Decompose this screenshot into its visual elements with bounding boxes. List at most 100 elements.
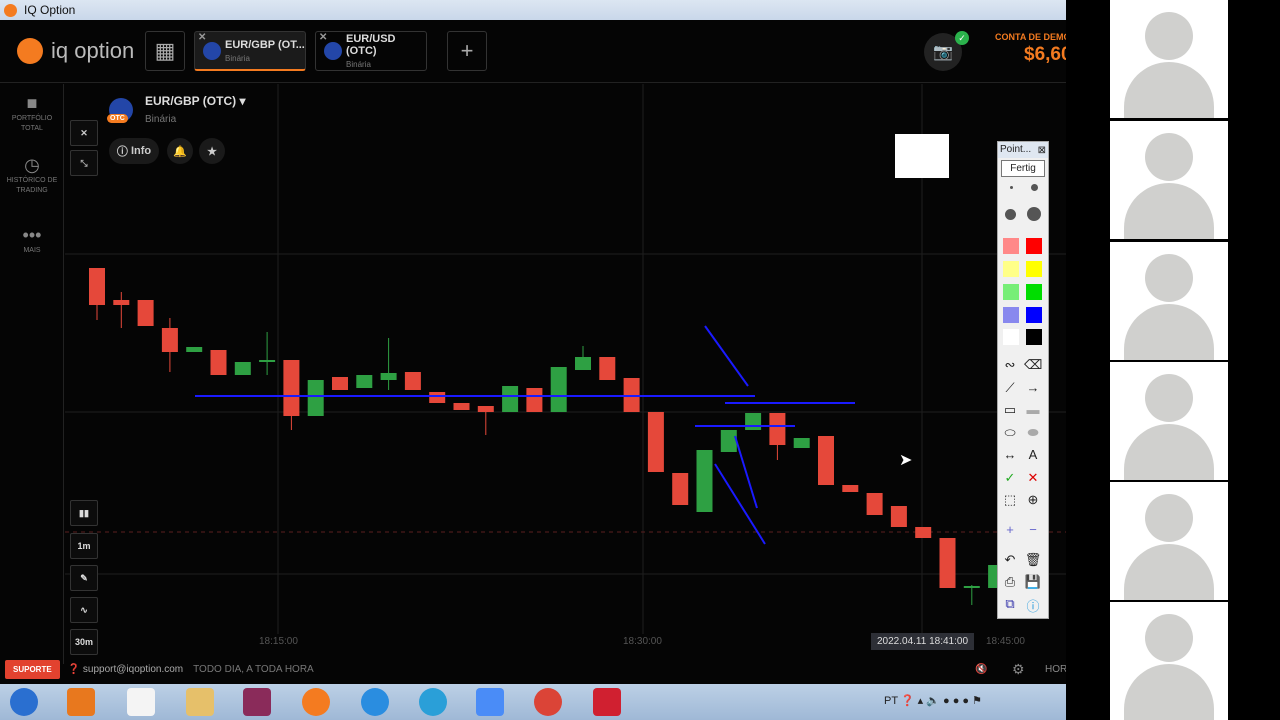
file-icon[interactable]	[127, 688, 155, 716]
start-button[interactable]	[10, 688, 38, 716]
print-icon[interactable]: ⎙	[1001, 574, 1019, 590]
color-light-yellow[interactable]	[1003, 261, 1019, 277]
candle-up	[793, 438, 810, 448]
crop-icon[interactable]: ⬚	[1001, 492, 1019, 508]
line-icon[interactable]: ⟋	[1001, 380, 1019, 396]
ie-icon[interactable]	[361, 688, 389, 716]
chart-area[interactable]: ✕ ⤡ EUR/GBP (OTC) ▾ Binária OTC ⓘ Info 🔔 …	[65, 84, 1066, 664]
support-email[interactable]: support@iqoption.com	[83, 664, 183, 675]
pen-size-1[interactable]	[1010, 186, 1013, 189]
telegram-icon[interactable]	[419, 688, 447, 716]
interval-button[interactable]: 1m	[70, 533, 98, 559]
sidebar-item-more[interactable]: ••• MAIS	[0, 224, 64, 256]
candle-down	[890, 506, 907, 527]
close-chart-button[interactable]: ✕	[70, 120, 98, 146]
filled-ellipse-icon[interactable]: ⬬	[1024, 425, 1042, 441]
asset-name: EUR/GBP (OTC)	[145, 94, 237, 108]
close-tab-icon[interactable]: ✕	[319, 32, 327, 43]
footer-right-label[interactable]: HOR	[1045, 664, 1067, 675]
sidebar-label: HISTÓRICO DE TRADING	[6, 177, 58, 194]
zoom-icon[interactable]	[476, 688, 504, 716]
color-light-green[interactable]	[1003, 284, 1019, 300]
close-tab-icon[interactable]: ✕	[198, 32, 206, 43]
color-yellow[interactable]	[1026, 261, 1042, 277]
color-blue[interactable]	[1026, 307, 1042, 323]
bell-icon[interactable]: 🔔	[167, 138, 193, 164]
color-light-blue[interactable]	[1003, 307, 1019, 323]
tab-eur-usd[interactable]: ✕ EUR/USD (OTC) Binária	[315, 31, 427, 71]
freehand-icon[interactable]: ∾	[1001, 357, 1019, 373]
cross-icon[interactable]: ✕	[1024, 470, 1042, 486]
check-icon[interactable]: ✓	[1001, 470, 1019, 486]
sidebar-item-portfolio[interactable]: ■ PORTFÓLIO TOTAL	[0, 92, 64, 134]
copy-icon[interactable]: ⧉	[1001, 596, 1019, 612]
language-indicator[interactable]: PT	[884, 695, 898, 707]
pen-size-4[interactable]	[1027, 207, 1041, 221]
minus-icon[interactable]: −	[1024, 522, 1042, 537]
trash-icon[interactable]: 🗑	[1024, 552, 1042, 568]
time-range-button[interactable]: 30m	[70, 629, 98, 655]
eraser-icon[interactable]: ⌫	[1024, 357, 1042, 373]
time-label: 18:45:00	[986, 636, 1025, 647]
recorder-icon[interactable]	[593, 688, 621, 716]
plus-icon[interactable]: +	[1001, 522, 1019, 537]
minimize-icon[interactable]: ⤡	[70, 150, 98, 176]
mute-icon[interactable]: 🔇	[975, 664, 987, 675]
rectangle-icon[interactable]: ▭	[1001, 402, 1019, 418]
briefcase-icon: ■	[26, 93, 38, 113]
app-icon	[4, 3, 17, 17]
color-white[interactable]	[1003, 329, 1019, 345]
balance[interactable]: $6,60	[1024, 44, 1072, 66]
info-icon[interactable]: ⓘ	[1024, 596, 1042, 615]
indicators-button[interactable]: ∿	[70, 597, 98, 623]
settings-icon[interactable]: ⚙	[1012, 661, 1025, 678]
info-button[interactable]: ⓘ Info	[109, 138, 159, 164]
avatar	[1145, 494, 1193, 542]
chart-type-button[interactable]: ▮▮	[70, 500, 98, 526]
pen-size-2[interactable]	[1031, 184, 1038, 191]
account-label[interactable]: CONTA DE DEMO	[995, 32, 1071, 42]
participant-tile[interactable]	[1110, 362, 1228, 480]
color-light-red[interactable]	[1003, 238, 1019, 254]
color-red[interactable]	[1026, 238, 1042, 254]
color-green[interactable]	[1026, 284, 1042, 300]
candle-down	[429, 392, 446, 403]
asset-title[interactable]: EUR/GBP (OTC) ▾ Binária	[145, 94, 245, 125]
explorer-icon[interactable]	[186, 688, 214, 716]
time-label: 18:30:00	[623, 636, 662, 647]
color-black[interactable]	[1026, 329, 1042, 345]
sidebar-item-history[interactable]: ◷ HISTÓRICO DE TRADING	[0, 154, 64, 196]
draw-tool-button[interactable]: ✎	[70, 565, 98, 591]
double-arrow-icon[interactable]: ↔	[1001, 447, 1019, 462]
participant-tile[interactable]	[1110, 482, 1228, 600]
undo-icon[interactable]: ↶	[1001, 552, 1019, 568]
iqoption-taskbar-icon[interactable]	[302, 688, 330, 716]
candle-down	[526, 388, 543, 412]
media-player-icon[interactable]	[67, 688, 95, 716]
add-tab-button[interactable]: +	[447, 31, 487, 71]
candle-down	[842, 485, 859, 492]
ellipse-icon[interactable]: ⬭	[1001, 425, 1019, 441]
participant-tile[interactable]	[1110, 242, 1228, 360]
pen-size-3[interactable]	[1005, 209, 1016, 220]
info-icon: ⓘ	[116, 146, 131, 158]
done-button[interactable]: Fertig	[1001, 160, 1045, 177]
chrome-icon[interactable]	[534, 688, 562, 716]
grid-menu-button[interactable]: ▦	[145, 31, 185, 71]
tab-eur-gbp[interactable]: ✕ EUR/GBP (OT... Binária	[194, 31, 306, 71]
save-icon[interactable]: 💾	[1024, 574, 1042, 590]
arrow-icon[interactable]: →	[1024, 380, 1042, 395]
participant-tile[interactable]	[1110, 121, 1228, 239]
text-icon[interactable]: A	[1024, 447, 1042, 462]
support-button[interactable]: SUPORTE	[5, 659, 60, 679]
zoom-icon[interactable]: ⊕	[1024, 492, 1042, 508]
avatar-body	[1124, 424, 1214, 480]
winrar-icon[interactable]	[243, 688, 271, 716]
logo[interactable]: iq option	[17, 38, 134, 64]
candle-down	[89, 268, 105, 305]
participant-tile[interactable]	[1110, 0, 1228, 118]
participant-tile[interactable]	[1110, 602, 1228, 720]
filled-rectangle-icon[interactable]: ▬	[1024, 402, 1042, 417]
close-icon[interactable]: ⊠	[1038, 143, 1046, 159]
star-icon[interactable]: ★	[199, 138, 225, 164]
